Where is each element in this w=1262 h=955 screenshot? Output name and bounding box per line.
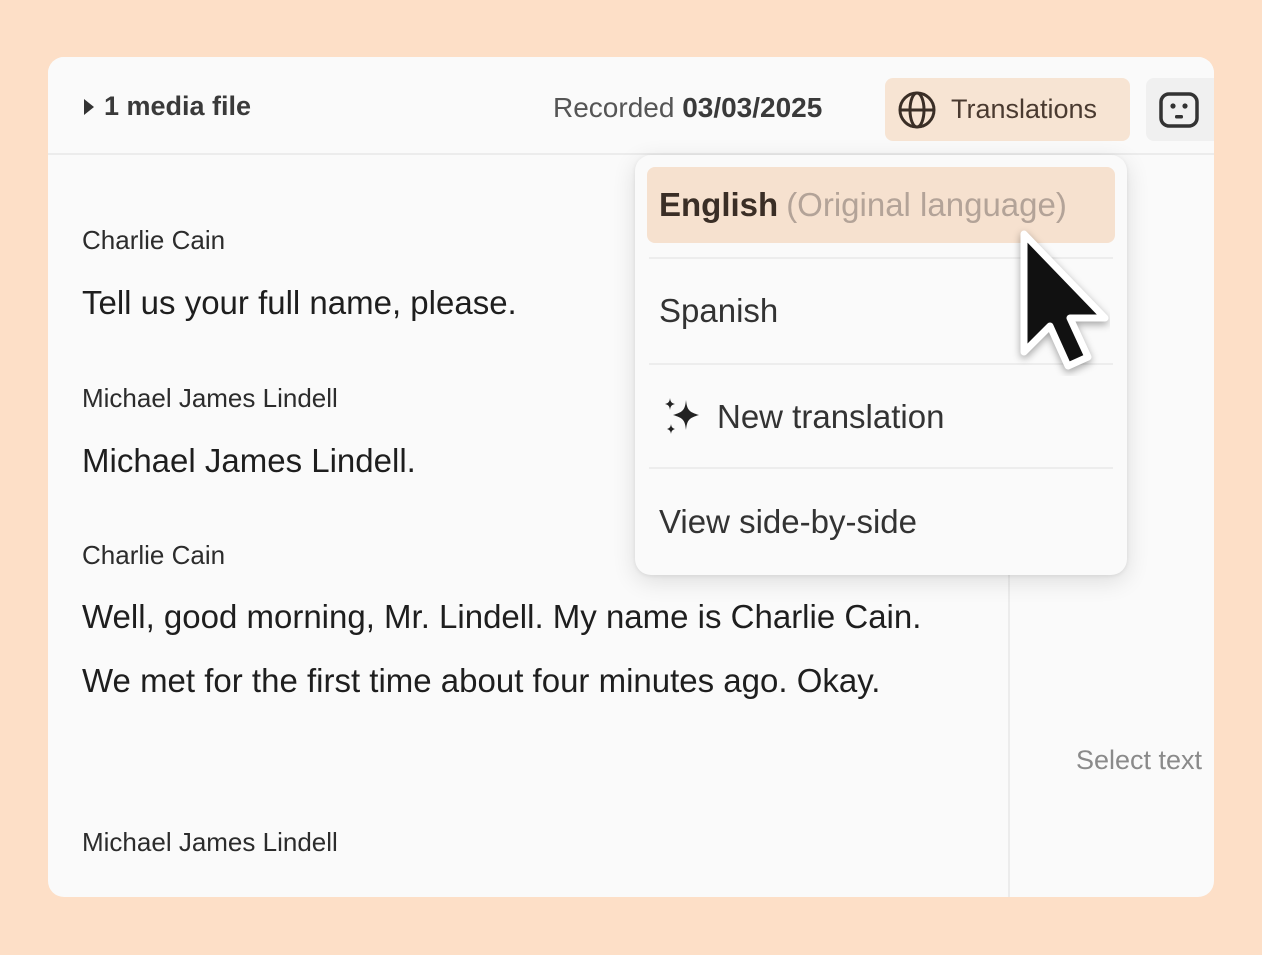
globe-icon <box>897 90 937 130</box>
speaker-name: Charlie Cain <box>82 225 226 255</box>
translations-label: Translations <box>951 94 1098 124</box>
speaker-name: Charlie Cain <box>82 540 226 570</box>
page-background: 1 media file Recorded 03/03/2025 Transla… <box>0 0 1262 955</box>
bot-icon <box>1158 91 1200 129</box>
media-file-label: 1 media file <box>104 91 252 121</box>
original-language-note: (Original language) <box>786 186 1067 223</box>
english-label: English <box>659 186 779 223</box>
app-window: 1 media file Recorded 03/03/2025 Transla… <box>48 57 1214 897</box>
caret-right-icon <box>84 98 94 115</box>
utterance-text[interactable]: Well, good morning, Mr. Lindell. My name… <box>82 585 952 713</box>
menu-divider <box>649 467 1113 469</box>
media-file-toggle[interactable]: 1 media file <box>84 91 251 122</box>
new-translation-label: New translation <box>717 398 945 435</box>
translations-button[interactable]: Translations <box>885 78 1130 141</box>
sparkle-icon <box>659 394 705 440</box>
side-by-side-label: View side-by-side <box>659 503 918 540</box>
recorded-prefix: Recorded <box>553 92 675 123</box>
menu-item-side-by-side[interactable]: View side-by-side <box>647 484 1115 560</box>
speaker-name: Michael James Lindell <box>82 383 338 413</box>
spanish-label: Spanish <box>659 292 779 329</box>
recorded-date: 03/03/2025 <box>682 92 823 123</box>
menu-item-new-translation[interactable]: New translation <box>647 379 1115 455</box>
header-bar: 1 media file Recorded 03/03/2025 Transla… <box>48 57 1214 155</box>
speaker-name: Michael James Lindell <box>82 827 338 857</box>
side-panel-hint: Select text <box>1076 745 1203 775</box>
mouse-pointer-icon <box>1010 226 1110 381</box>
assistant-button[interactable] <box>1146 78 1214 141</box>
recorded-info: Recorded 03/03/2025 <box>553 92 822 124</box>
